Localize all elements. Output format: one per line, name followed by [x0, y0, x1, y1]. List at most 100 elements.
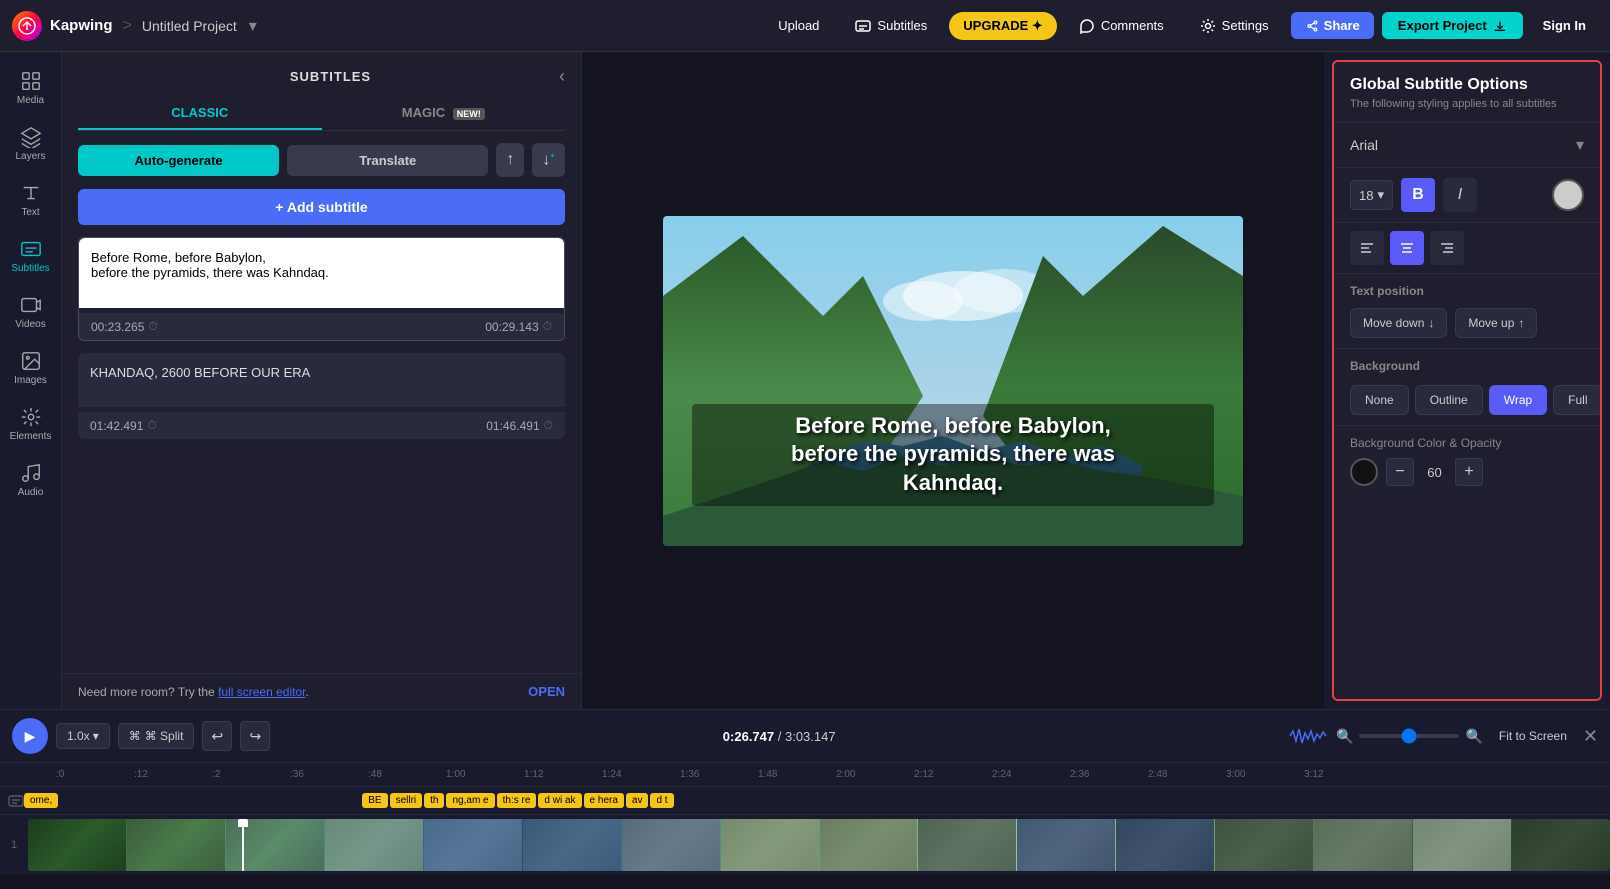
translate-button[interactable]: Translate: [287, 145, 488, 176]
zoom-in-icon[interactable]: 🔍: [1465, 728, 1482, 745]
bg-wrap-button[interactable]: Wrap: [1489, 385, 1547, 415]
subtitles-panel: SUBTITLES ‹ CLASSIC MAGIC NEW! Auto-gene…: [62, 52, 582, 709]
sidebar-label-audio: Audio: [18, 487, 44, 498]
text-position-label: Text position: [1334, 274, 1600, 304]
sidebar-label-subtitles: Subtitles: [11, 263, 49, 274]
settings-button[interactable]: Settings: [1186, 12, 1283, 40]
bg-none-button[interactable]: None: [1350, 385, 1409, 415]
video-filmstrip[interactable]: [28, 819, 1610, 871]
align-center-button[interactable]: [1390, 231, 1424, 265]
move-down-button[interactable]: Move down ↓: [1350, 308, 1447, 338]
breadcrumb-separator: >: [123, 17, 132, 35]
main-area: Media Layers Text Subtitles Videos Image…: [0, 52, 1610, 709]
redo-button[interactable]: ↪: [240, 721, 270, 751]
timestamp-end-1: 00:29.143 ⏱: [485, 319, 552, 334]
sidebar-item-elements[interactable]: Elements: [0, 396, 61, 452]
ruler-mark-16: 3:12: [1304, 769, 1382, 780]
subtitle-chip-8[interactable]: av: [626, 793, 649, 808]
zoom-out-icon[interactable]: 🔍: [1336, 728, 1353, 745]
tab-classic[interactable]: CLASSIC: [78, 97, 322, 130]
tab-magic[interactable]: MAGIC NEW!: [322, 97, 566, 130]
import-icon-button[interactable]: ↑: [496, 143, 524, 177]
share-button[interactable]: Share: [1291, 12, 1374, 39]
sidebar-item-media[interactable]: Media: [0, 60, 61, 116]
bg-color-controls: − 60 +: [1350, 458, 1584, 486]
subtitle-text-1[interactable]: Before Rome, before Babylon, before the …: [79, 238, 564, 308]
sidebar-item-images[interactable]: Images: [0, 340, 61, 396]
subtitle-timestamps-1: 00:23.265 ⏱ 00:29.143 ⏱: [79, 313, 564, 340]
arrow-down-icon: ↓: [1428, 316, 1434, 330]
video-subtitle-overlay: Before Rome, before Babylon,before the p…: [692, 404, 1214, 506]
ruler-mark-7: 1:24: [602, 769, 680, 780]
opacity-increase-button[interactable]: +: [1455, 458, 1483, 486]
subtitle-chip-9[interactable]: d t: [650, 793, 673, 808]
timeline-area: ▶ 1.0x ▾ ⌘ ⌘ Split ↩ ↪ 0:26.747 / 3:03.1…: [0, 709, 1610, 889]
subtitle-chip-5[interactable]: th:s re: [497, 793, 537, 808]
move-up-button[interactable]: Move up ↑: [1455, 308, 1537, 338]
background-label: Background: [1350, 359, 1584, 379]
italic-button[interactable]: I: [1443, 178, 1477, 212]
video-preview: Before Rome, before Babylon,before the p…: [663, 216, 1243, 546]
fit-to-screen-button[interactable]: Fit to Screen: [1491, 725, 1575, 747]
font-size-dropdown[interactable]: 18 ▾: [1350, 180, 1393, 210]
bg-full-button[interactable]: Full: [1553, 385, 1602, 415]
ruler-mark-1: :12: [134, 769, 212, 780]
subtitle-chip-3[interactable]: th: [424, 793, 444, 808]
open-fullscreen-button[interactable]: OPEN: [528, 684, 565, 699]
export-icon-button[interactable]: ↓+: [532, 143, 565, 177]
add-subtitle-button[interactable]: + Add subtitle: [78, 189, 565, 225]
subtitle-chip-6[interactable]: d wi ak: [538, 793, 581, 808]
time-display: 0:26.747 / 3:03.147: [278, 729, 1280, 744]
subtitle-chip-1[interactable]: BE: [362, 793, 387, 808]
undo-button[interactable]: ↩: [202, 721, 232, 751]
bg-outline-button[interactable]: Outline: [1415, 385, 1483, 415]
export-button[interactable]: Export Project: [1382, 12, 1523, 39]
zoom-slider[interactable]: [1359, 734, 1459, 738]
font-controls: 18 ▾ B I: [1334, 168, 1600, 223]
upgrade-button[interactable]: UPGRADE ✦: [949, 12, 1057, 40]
sidebar-item-audio[interactable]: Audio: [0, 452, 61, 508]
total-time: 3:03.147: [785, 729, 836, 744]
app-logo[interactable]: [12, 11, 42, 41]
align-left-button[interactable]: [1350, 231, 1384, 265]
sidebar-item-subtitles[interactable]: Subtitles: [0, 228, 61, 284]
play-button[interactable]: ▶: [12, 718, 48, 754]
subtitle-chip-7[interactable]: e hera: [584, 793, 624, 808]
brand-name[interactable]: Kapwing: [50, 17, 113, 34]
ruler-mark-15: 3:00: [1226, 769, 1304, 780]
text-position-controls: Move down ↓ Move up ↑: [1334, 304, 1600, 349]
panel-subtitle: The following styling applies to all sub…: [1334, 98, 1600, 123]
subtitles-close-button[interactable]: ‹: [559, 66, 565, 87]
subtitles-header: SUBTITLES ‹: [62, 52, 581, 97]
split-button[interactable]: ⌘ ⌘ Split: [118, 723, 195, 749]
project-name[interactable]: Untitled Project: [142, 18, 237, 34]
close-timeline-button[interactable]: ✕: [1583, 726, 1598, 747]
ruler-mark-8: 1:36: [680, 769, 758, 780]
opacity-decrease-button[interactable]: −: [1386, 458, 1414, 486]
fullscreen-editor-link[interactable]: full screen editor: [218, 685, 305, 699]
subtitles-button[interactable]: Subtitles: [841, 12, 941, 40]
autogenerate-button[interactable]: Auto-generate: [78, 145, 279, 176]
subtitles-tabs: CLASSIC MAGIC NEW!: [78, 97, 565, 131]
project-chevron-icon[interactable]: ▾: [249, 16, 257, 36]
sidebar-item-layers[interactable]: Layers: [0, 116, 61, 172]
align-right-button[interactable]: [1430, 231, 1464, 265]
background-section: Background None Outline Wrap Full: [1334, 349, 1600, 426]
text-color-picker[interactable]: [1552, 179, 1584, 211]
subtitle-chip-0[interactable]: ome,: [24, 793, 58, 808]
signin-button[interactable]: Sign In: [1531, 12, 1598, 39]
ruler-mark-9: 1:48: [758, 769, 836, 780]
upload-button[interactable]: Upload: [764, 12, 833, 39]
alignment-controls: [1334, 223, 1600, 274]
playback-speed-selector[interactable]: 1.0x ▾: [56, 723, 110, 749]
sidebar-item-text[interactable]: Text: [0, 172, 61, 228]
subtitle-chip-2[interactable]: sellri: [390, 793, 423, 808]
subtitle-text-2[interactable]: KHANDAQ, 2600 BEFORE OUR ERA: [78, 353, 565, 407]
opacity-value: 60: [1422, 465, 1447, 480]
bg-color-picker[interactable]: [1350, 458, 1378, 486]
font-selector[interactable]: Arial ▾: [1334, 123, 1600, 168]
subtitle-chip-4[interactable]: ng,am e: [446, 793, 494, 808]
bold-button[interactable]: B: [1401, 178, 1435, 212]
comments-button[interactable]: Comments: [1065, 12, 1178, 40]
sidebar-item-videos[interactable]: Videos: [0, 284, 61, 340]
